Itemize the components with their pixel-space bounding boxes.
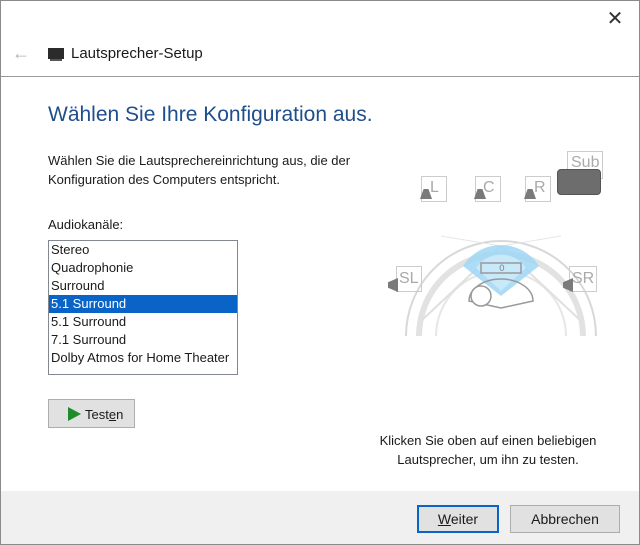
page-description: Wählen Sie die Lautsprechereinrichtung a…	[48, 153, 351, 187]
speaker-center[interactable]: C	[474, 176, 501, 202]
channel-option[interactable]: Surround	[49, 277, 237, 295]
subwoofer-icon	[557, 169, 601, 195]
window-title: Lautsprecher-Setup	[71, 45, 203, 62]
dialog-footer: Weiter Abbrechen	[1, 491, 639, 544]
channel-option[interactable]: Dolby Atmos for Home Theater	[49, 349, 237, 367]
speaker-surround-right-label: SR	[572, 270, 595, 287]
play-icon	[68, 407, 81, 421]
speaker-right[interactable]: R	[524, 176, 551, 202]
speaker-surround-right[interactable]: SR	[569, 266, 597, 292]
channel-option[interactable]: Stereo	[49, 241, 237, 259]
channel-option[interactable]: 7.1 Surround	[49, 331, 237, 349]
back-arrow-icon[interactable]: ←	[11, 43, 31, 63]
speaker-setup-window: ✕ ← Lautsprecher-Setup Wählen Sie Ihre K…	[0, 0, 640, 545]
speaker-left-label: L	[430, 179, 439, 196]
svg-text:0: 0	[499, 264, 505, 274]
next-button[interactable]: Weiter	[417, 505, 499, 533]
close-icon[interactable]: ✕	[605, 9, 625, 29]
test-hint: Klicken Sie oben auf einen beliebigen La…	[379, 433, 597, 467]
page-heading: Wählen Sie Ihre Konfiguration aus.	[48, 103, 373, 126]
channel-option-selected[interactable]: 5.1 Surround	[49, 295, 237, 313]
test-button-label: Testen	[85, 407, 124, 422]
title-divider	[1, 76, 639, 77]
speaker-surround-left[interactable]: SL	[396, 266, 422, 292]
speaker-icon	[48, 48, 64, 61]
audio-channels-label: Audiokanäle:	[48, 217, 124, 232]
channel-option[interactable]: Quadrophonie	[49, 259, 237, 277]
speaker-center-label: C	[483, 179, 495, 196]
cancel-button[interactable]: Abbrechen	[510, 505, 620, 533]
speaker-surround-left-label: SL	[399, 270, 419, 287]
speaker-right-label: R	[534, 179, 546, 196]
audio-channels-listbox[interactable]: Stereo Quadrophonie Surround 5.1 Surroun…	[48, 240, 238, 375]
channel-option[interactable]: 5.1 Surround	[49, 313, 237, 331]
title-bar: ← Lautsprecher-Setup	[1, 37, 639, 73]
test-button[interactable]: Testen	[48, 399, 135, 428]
speaker-left[interactable]: L	[420, 176, 447, 202]
